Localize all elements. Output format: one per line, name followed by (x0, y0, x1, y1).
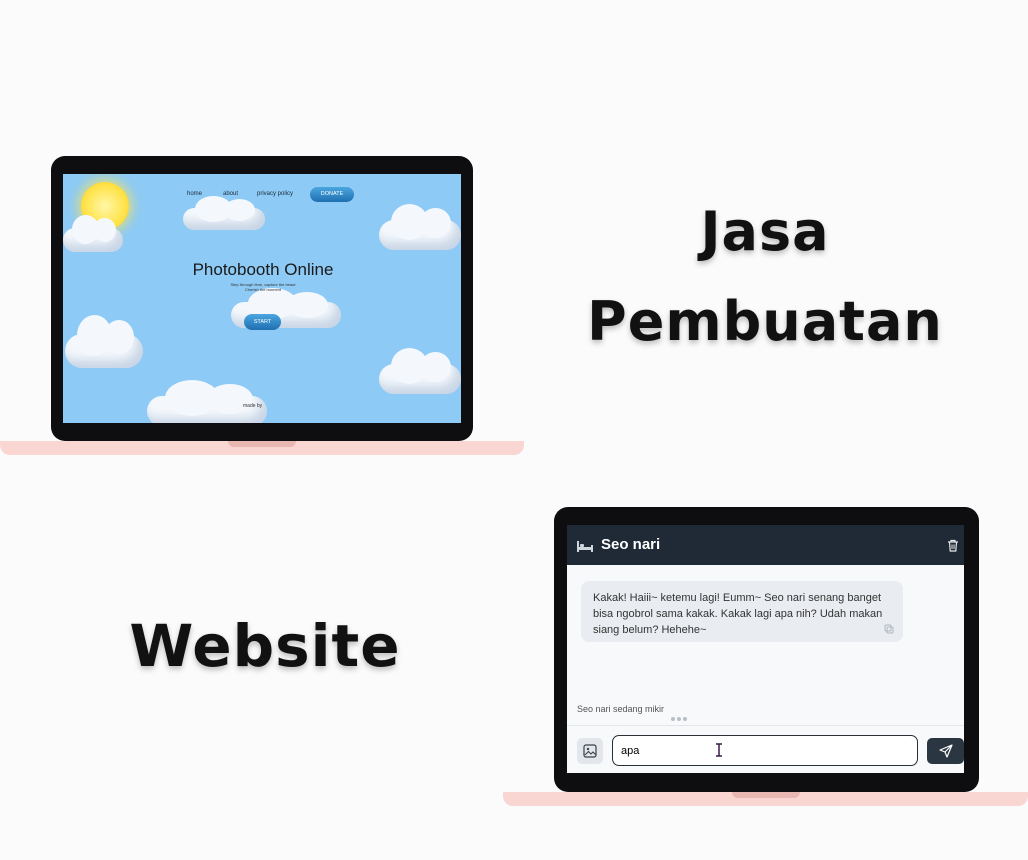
typing-dot (683, 717, 687, 721)
photobooth-screen: home about privacy policy DONATE Photobo… (63, 174, 461, 423)
subtitle-line-2: Cherish the moment (244, 287, 281, 292)
assistant-message: Kakak! Haiii~ ketemu lagi! Eumm~ Seo nar… (581, 581, 903, 642)
image-icon (583, 744, 597, 758)
made-by-text: made by (243, 403, 263, 409)
message-text: Kakak! Haiii~ ketemu lagi! Eumm~ Seo nar… (593, 592, 883, 636)
headline-line-2: Pembuatan (587, 290, 943, 353)
start-button[interactable]: START (244, 314, 281, 330)
send-button[interactable] (927, 738, 964, 764)
headline-line-3: Website (129, 612, 401, 680)
message-input[interactable] (612, 735, 918, 766)
trash-icon[interactable] (947, 539, 959, 552)
text-cursor-icon (716, 743, 722, 757)
page-subtitle: Step through time, capture the beaut Che… (213, 282, 313, 292)
attach-image-button[interactable] (577, 738, 603, 764)
input-bar (567, 725, 964, 773)
nav-home[interactable]: home (187, 191, 202, 197)
chat-screen: Seo nari Kakak! Haiii~ ketemu lagi! Eumm… (567, 525, 964, 773)
cloud (147, 379, 267, 423)
nav-about[interactable]: about (223, 191, 238, 197)
typing-dot (671, 717, 675, 721)
cloud (65, 315, 143, 368)
cloud (183, 195, 265, 230)
typing-status: Seo nari sedang mikir (577, 704, 665, 714)
headline-line-1: Jasa (700, 200, 830, 263)
send-icon (938, 744, 953, 758)
chat-header: Seo nari (567, 525, 964, 565)
cloud (63, 214, 123, 252)
chat-title: Seo nari (601, 536, 661, 553)
donate-button[interactable]: DONATE (310, 187, 354, 202)
copy-icon[interactable] (884, 624, 894, 634)
laptop-notch (228, 441, 296, 447)
cloud (379, 203, 461, 250)
page-title: Photobooth Online (192, 260, 334, 279)
typing-dots (671, 708, 689, 726)
bed-icon (577, 541, 593, 552)
nav-privacy-policy[interactable]: privacy policy (257, 191, 293, 197)
cloud (379, 347, 461, 394)
laptop-notch (732, 792, 800, 798)
laptop-chat: Seo nari Kakak! Haiii~ ketemu lagi! Eumm… (503, 507, 1028, 807)
laptop-photobooth: home about privacy policy DONATE Photobo… (0, 156, 524, 456)
typing-dot (677, 717, 681, 721)
